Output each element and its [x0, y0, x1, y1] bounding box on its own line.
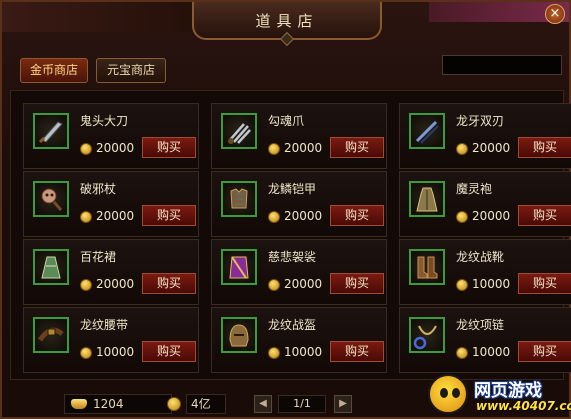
gold-coin-icon — [456, 211, 468, 223]
twin-blades-icon[interactable] — [409, 113, 445, 149]
item-price: 20000 — [284, 277, 323, 291]
item-price: 10000 — [284, 345, 323, 359]
item-card: 龙纹战盔 10000 购买 — [211, 307, 387, 373]
watermark-url: www.40407.com — [476, 399, 571, 413]
item-card: 龙牙双刃 20000 购买 — [399, 103, 571, 169]
item-card: 慈悲袈裟 20000 购买 — [211, 239, 387, 305]
staff-icon[interactable] — [33, 181, 69, 217]
gold-coin-icon — [80, 211, 92, 223]
gold-coin-icon — [456, 347, 468, 359]
item-price: 20000 — [284, 209, 323, 223]
item-card: 破邪杖 20000 购买 — [23, 171, 199, 237]
item-name: 龙牙双刃 — [456, 114, 505, 128]
mascot-logo-icon — [428, 374, 468, 414]
item-card: 龙纹战靴 10000 购买 — [399, 239, 571, 305]
buy-button[interactable]: 购买 — [518, 341, 571, 362]
tab-yuanbao-shop[interactable]: 元宝商店 — [96, 58, 166, 83]
gold-balance: 4亿 — [167, 394, 226, 414]
search-input[interactable] — [442, 55, 562, 75]
title-plate: 道具店 — [192, 2, 382, 47]
item-price: 10000 — [472, 277, 511, 291]
gold-coin-icon — [268, 211, 280, 223]
gold-coin-icon — [268, 347, 280, 359]
item-card: 龙纹项链 10000 购买 — [399, 307, 571, 373]
buy-button[interactable]: 购买 — [330, 341, 384, 362]
gold-coin-icon — [456, 279, 468, 291]
item-name: 破邪杖 — [80, 182, 117, 196]
site-watermark: 网页游戏 www.40407.com — [424, 370, 571, 419]
buy-button[interactable]: 购买 — [142, 137, 196, 158]
item-name: 慈悲袈裟 — [268, 250, 317, 264]
item-price: 20000 — [96, 141, 135, 155]
item-price: 20000 — [472, 141, 511, 155]
item-price: 10000 — [96, 345, 135, 359]
gold-coin-icon — [167, 397, 181, 411]
watermark-title: 网页游戏 — [474, 381, 542, 401]
item-price: 10000 — [472, 345, 511, 359]
prev-page-button[interactable]: ◀ — [254, 395, 272, 413]
buy-button[interactable]: 购买 — [142, 341, 196, 362]
skirt-icon[interactable] — [33, 249, 69, 285]
ingot-icon — [71, 399, 87, 409]
helmet-icon[interactable] — [221, 317, 257, 353]
kasaya-icon[interactable] — [221, 249, 257, 285]
gold-amount: 4亿 — [191, 397, 211, 411]
gold-coin-icon — [80, 347, 92, 359]
background-left — [2, 2, 202, 32]
item-name: 魔灵袍 — [456, 182, 493, 196]
window-title: 道具店 — [255, 11, 319, 30]
item-name: 鬼头大刀 — [80, 114, 129, 128]
buy-button[interactable]: 购买 — [142, 273, 196, 294]
tab-gold-shop[interactable]: 金币商店 — [20, 58, 88, 83]
item-card: 龙鳞铠甲 20000 购买 — [211, 171, 387, 237]
buy-button[interactable]: 购买 — [518, 205, 571, 226]
item-card: 龙纹腰带 10000 购买 — [23, 307, 199, 373]
item-price: 20000 — [472, 209, 511, 223]
item-name: 百花裙 — [80, 250, 117, 264]
buy-button[interactable]: 购买 — [330, 205, 384, 226]
next-page-button[interactable]: ▶ — [334, 395, 352, 413]
item-card: 勾魂爪 20000 购买 — [211, 103, 387, 169]
boots-icon[interactable] — [409, 249, 445, 285]
buy-button[interactable]: 购买 — [518, 137, 571, 158]
gold-coin-icon — [80, 143, 92, 155]
buy-button[interactable]: 购买 — [330, 273, 384, 294]
item-card: 魔灵袍 20000 购买 — [399, 171, 571, 237]
item-grid: 鬼头大刀 20000 购买 勾魂爪 20000 购买 龙牙双刃 20000 购买 破邪杖 20000… — [10, 90, 571, 380]
item-card: 鬼头大刀 20000 购买 — [23, 103, 199, 169]
buy-button[interactable]: 购买 — [330, 137, 384, 158]
armor-icon[interactable] — [221, 181, 257, 217]
item-card: 百花裙 20000 购买 — [23, 239, 199, 305]
robe-icon[interactable] — [409, 181, 445, 217]
item-name: 龙鳞铠甲 — [268, 182, 317, 196]
claw-icon[interactable] — [221, 113, 257, 149]
gold-coin-icon — [80, 279, 92, 291]
belt-icon[interactable] — [33, 317, 69, 353]
item-price: 20000 — [284, 141, 323, 155]
item-name: 龙纹战盔 — [268, 318, 317, 332]
gold-coin-icon — [268, 279, 280, 291]
item-name: 勾魂爪 — [268, 114, 305, 128]
ingot-balance: 1204 — [64, 394, 172, 414]
page-indicator: 1/1 — [278, 395, 326, 413]
item-name: 龙纹腰带 — [80, 318, 129, 332]
buy-button[interactable]: 购买 — [142, 205, 196, 226]
item-name: 龙纹项链 — [456, 318, 505, 332]
necklace-icon[interactable] — [409, 317, 445, 353]
close-icon[interactable]: × — [545, 4, 565, 24]
gem-ornament-icon — [279, 31, 295, 47]
buy-button[interactable]: 购买 — [518, 273, 571, 294]
item-price: 20000 — [96, 277, 135, 291]
shop-window: 道具店 金币商店 元宝商店 鬼头大刀 20000 购买 勾魂爪 20000 购买 龙牙双刃 2… — [0, 0, 571, 419]
broadsword-icon[interactable] — [33, 113, 69, 149]
gold-coin-icon — [268, 143, 280, 155]
item-name: 龙纹战靴 — [456, 250, 505, 264]
item-price: 20000 — [96, 209, 135, 223]
gold-coin-icon — [456, 143, 468, 155]
ingot-amount: 1204 — [93, 397, 124, 411]
